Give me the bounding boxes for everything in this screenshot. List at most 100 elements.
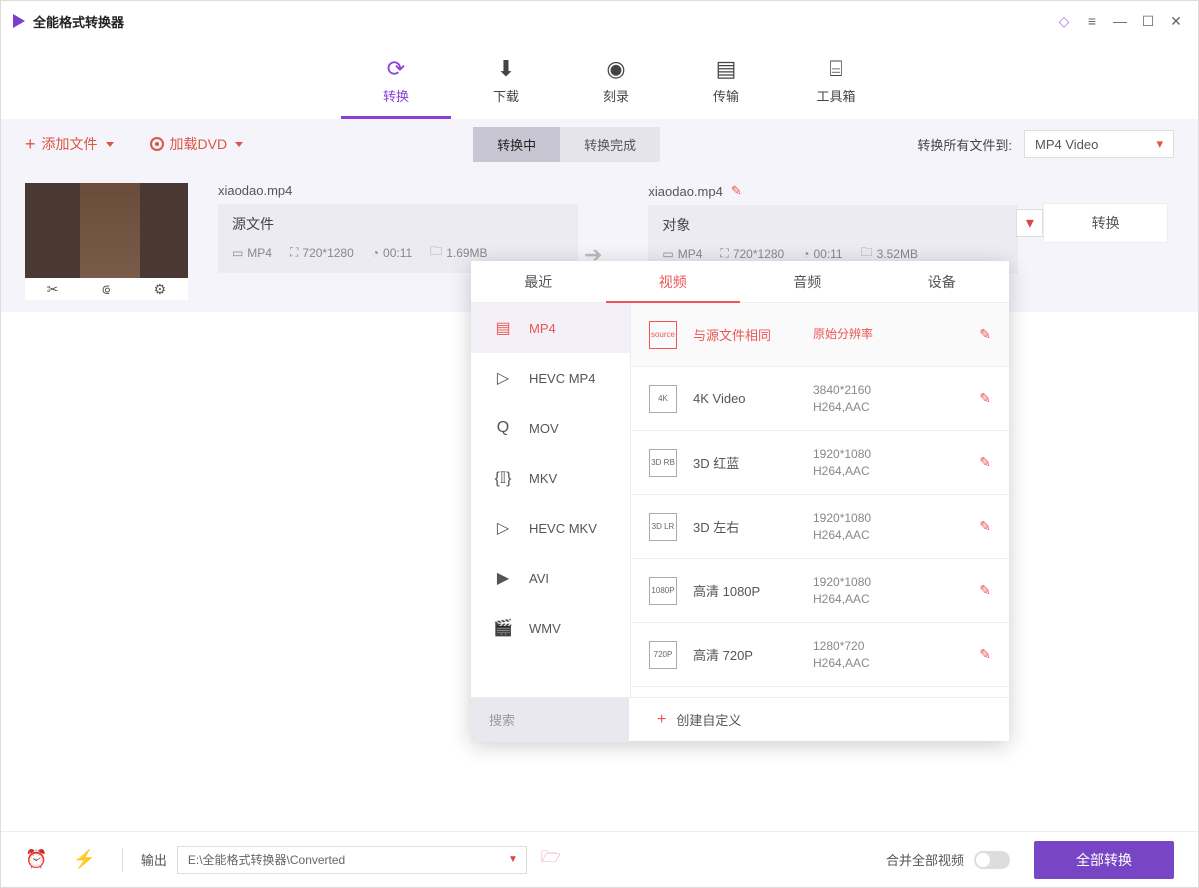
app-logo-icon bbox=[13, 14, 25, 28]
burn-icon: ◉ bbox=[606, 56, 625, 82]
create-custom-label: 创建自定义 bbox=[676, 710, 741, 729]
source-filename: xiaodao.mp4 bbox=[218, 183, 578, 198]
convert-all-to-label: 转换所有文件到: bbox=[917, 135, 1012, 154]
transfer-icon: ▤ bbox=[716, 56, 737, 82]
format-tag-icon: 1080P bbox=[649, 577, 677, 605]
quicktime-icon: Q bbox=[493, 419, 513, 437]
search-input[interactable]: 搜索 bbox=[471, 698, 629, 742]
resolution-item[interactable]: 3D LR 3D 左右 1920*1080H264,AAC ✎ bbox=[631, 495, 1009, 559]
resolution-item[interactable]: 1080P 高清 1080P 1920*1080H264,AAC ✎ bbox=[631, 559, 1009, 623]
panel-tab-device[interactable]: 设备 bbox=[875, 261, 1010, 302]
app-title: 全能格式转换器 bbox=[33, 12, 1046, 31]
resolution-item[interactable]: 720P 高清 720P 1280*720H264,AAC ✎ bbox=[631, 623, 1009, 687]
hevc-icon: ▷ bbox=[493, 518, 513, 538]
caret-down-icon: ▾ bbox=[1156, 136, 1163, 152]
panel-tab-audio[interactable]: 音频 bbox=[740, 261, 875, 302]
format-tag-icon: source bbox=[649, 321, 677, 349]
target-filename: xiaodao.mp4 bbox=[648, 184, 722, 199]
format-mkv[interactable]: {𝕀}MKV bbox=[471, 453, 630, 503]
nav-burn-label: 刻录 bbox=[603, 86, 629, 105]
plus-icon: + bbox=[657, 711, 666, 729]
close-icon[interactable]: ✕ bbox=[1166, 11, 1186, 31]
tab-done[interactable]: 转换完成 bbox=[560, 127, 660, 162]
load-dvd-button[interactable]: 加载DVD bbox=[150, 134, 244, 154]
caret-down-icon bbox=[235, 142, 243, 147]
disc-icon bbox=[150, 137, 164, 151]
format-mp4[interactable]: ▤MP4 bbox=[471, 303, 630, 353]
add-file-label: 添加文件 bbox=[42, 134, 98, 154]
caret-down-icon: ▼ bbox=[508, 854, 518, 865]
nav-convert-label: 转换 bbox=[383, 86, 409, 105]
maximize-icon[interactable]: ☐ bbox=[1138, 11, 1158, 31]
open-folder-icon[interactable]: 🗁 bbox=[541, 846, 561, 873]
format-wmv[interactable]: 🎬WMV bbox=[471, 603, 630, 653]
nav-download[interactable]: ⬇ 下载 bbox=[451, 41, 561, 119]
panel-tab-video[interactable]: 视频 bbox=[606, 261, 741, 302]
resolution-name: 与源文件相同 bbox=[693, 325, 813, 344]
nav-convert[interactable]: ⟳ 转换 bbox=[341, 41, 451, 119]
source-duration: ◔ 00:11 bbox=[372, 246, 412, 260]
edit-preset-icon[interactable]: ✎ bbox=[979, 646, 991, 663]
source-size: 🗀 1.69MB bbox=[430, 242, 487, 263]
crop-icon[interactable]: ⟃ bbox=[102, 281, 110, 298]
target-title: 对象 bbox=[662, 215, 1004, 235]
add-file-button[interactable]: + 添加文件 bbox=[25, 134, 114, 155]
nav-transfer-label: 传输 bbox=[713, 86, 739, 105]
adjust-icon[interactable]: ⚙ bbox=[154, 281, 167, 298]
minimize-icon[interactable]: — bbox=[1110, 11, 1130, 31]
cut-icon[interactable]: ✂ bbox=[47, 281, 59, 298]
output-label: 输出 bbox=[141, 850, 167, 869]
nav-transfer[interactable]: ▤ 传输 bbox=[671, 41, 781, 119]
mkv-icon: {𝕀} bbox=[493, 468, 513, 488]
edit-preset-icon[interactable]: ✎ bbox=[979, 326, 991, 343]
edit-preset-icon[interactable]: ✎ bbox=[979, 582, 991, 599]
convert-all-button[interactable]: 全部转换 bbox=[1034, 841, 1174, 879]
format-avi[interactable]: ▶AVI bbox=[471, 553, 630, 603]
menu-icon[interactable]: ≡ bbox=[1082, 11, 1102, 31]
format-select[interactable]: MP4 Video ▾ bbox=[1024, 130, 1174, 158]
resolution-item[interactable]: 4K 4K Video 3840*2160H264,AAC ✎ bbox=[631, 367, 1009, 431]
output-path-value: E:\全能格式转换器\Converted bbox=[188, 851, 345, 868]
format-tag-icon: 3D LR bbox=[649, 513, 677, 541]
resolution-item[interactable]: source 与源文件相同 原始分辨率 ✎ bbox=[631, 303, 1009, 367]
format-hevc-mkv[interactable]: ▷HEVC MKV bbox=[471, 503, 630, 553]
format-select-value: MP4 Video bbox=[1035, 137, 1098, 152]
film-icon: ▤ bbox=[493, 318, 513, 338]
resolution-list: source 与源文件相同 原始分辨率 ✎4K 4K Video 3840*21… bbox=[631, 303, 1009, 697]
create-custom-button[interactable]: + 创建自定义 bbox=[657, 710, 741, 729]
clock-icon[interactable]: ⏰ bbox=[25, 849, 47, 870]
nav-burn[interactable]: ◉ 刻录 bbox=[561, 41, 671, 119]
edit-preset-icon[interactable]: ✎ bbox=[979, 454, 991, 471]
merge-label: 合并全部视频 bbox=[886, 850, 964, 869]
target-format-dropdown[interactable]: ▾ bbox=[1016, 209, 1043, 237]
resolution-name: 4K Video bbox=[693, 391, 813, 406]
resolution-item[interactable]: 3D RB 3D 红蓝 1920*1080H264,AAC ✎ bbox=[631, 431, 1009, 495]
load-dvd-label: 加载DVD bbox=[170, 134, 228, 154]
format-list: ▤MP4 ▷HEVC MP4 QMOV {𝕀}MKV ▷HEVC MKV ▶AV… bbox=[471, 303, 631, 697]
user-icon[interactable]: ◇ bbox=[1054, 11, 1074, 31]
format-hevc-mp4[interactable]: ▷HEVC MP4 bbox=[471, 353, 630, 403]
target-duration: ◔ 00:11 bbox=[802, 247, 842, 261]
format-mov[interactable]: QMOV bbox=[471, 403, 630, 453]
hevc-icon: ▷ bbox=[493, 368, 513, 388]
nav-toolbox[interactable]: ⌸ 工具箱 bbox=[781, 41, 891, 119]
source-resolution: ⛶ 720*1280 bbox=[290, 245, 354, 260]
panel-tab-recent[interactable]: 最近 bbox=[471, 261, 606, 302]
tab-converting[interactable]: 转换中 bbox=[473, 127, 560, 162]
edit-preset-icon[interactable]: ✎ bbox=[979, 390, 991, 407]
output-path-select[interactable]: E:\全能格式转换器\Converted ▼ bbox=[177, 846, 527, 874]
edit-preset-icon[interactable]: ✎ bbox=[979, 518, 991, 535]
clapper-icon: 🎬 bbox=[493, 618, 513, 638]
edit-filename-icon[interactable]: ✎ bbox=[731, 183, 742, 199]
resolution-name: 高清 1080P bbox=[693, 581, 813, 600]
download-icon: ⬇ bbox=[497, 56, 515, 82]
resolution-name: 3D 红蓝 bbox=[693, 453, 813, 472]
merge-toggle[interactable] bbox=[974, 851, 1010, 869]
convert-button[interactable]: 转换 bbox=[1043, 203, 1168, 243]
format-tag-icon: 4K bbox=[649, 385, 677, 413]
nav-download-label: 下载 bbox=[493, 86, 519, 105]
plus-icon: + bbox=[25, 134, 36, 155]
video-thumbnail[interactable]: ✂ ⟃ ⚙ bbox=[25, 183, 188, 298]
target-resolution: ⛶ 720*1280 bbox=[720, 246, 784, 261]
speed-icon[interactable]: ⚡ bbox=[73, 849, 95, 870]
